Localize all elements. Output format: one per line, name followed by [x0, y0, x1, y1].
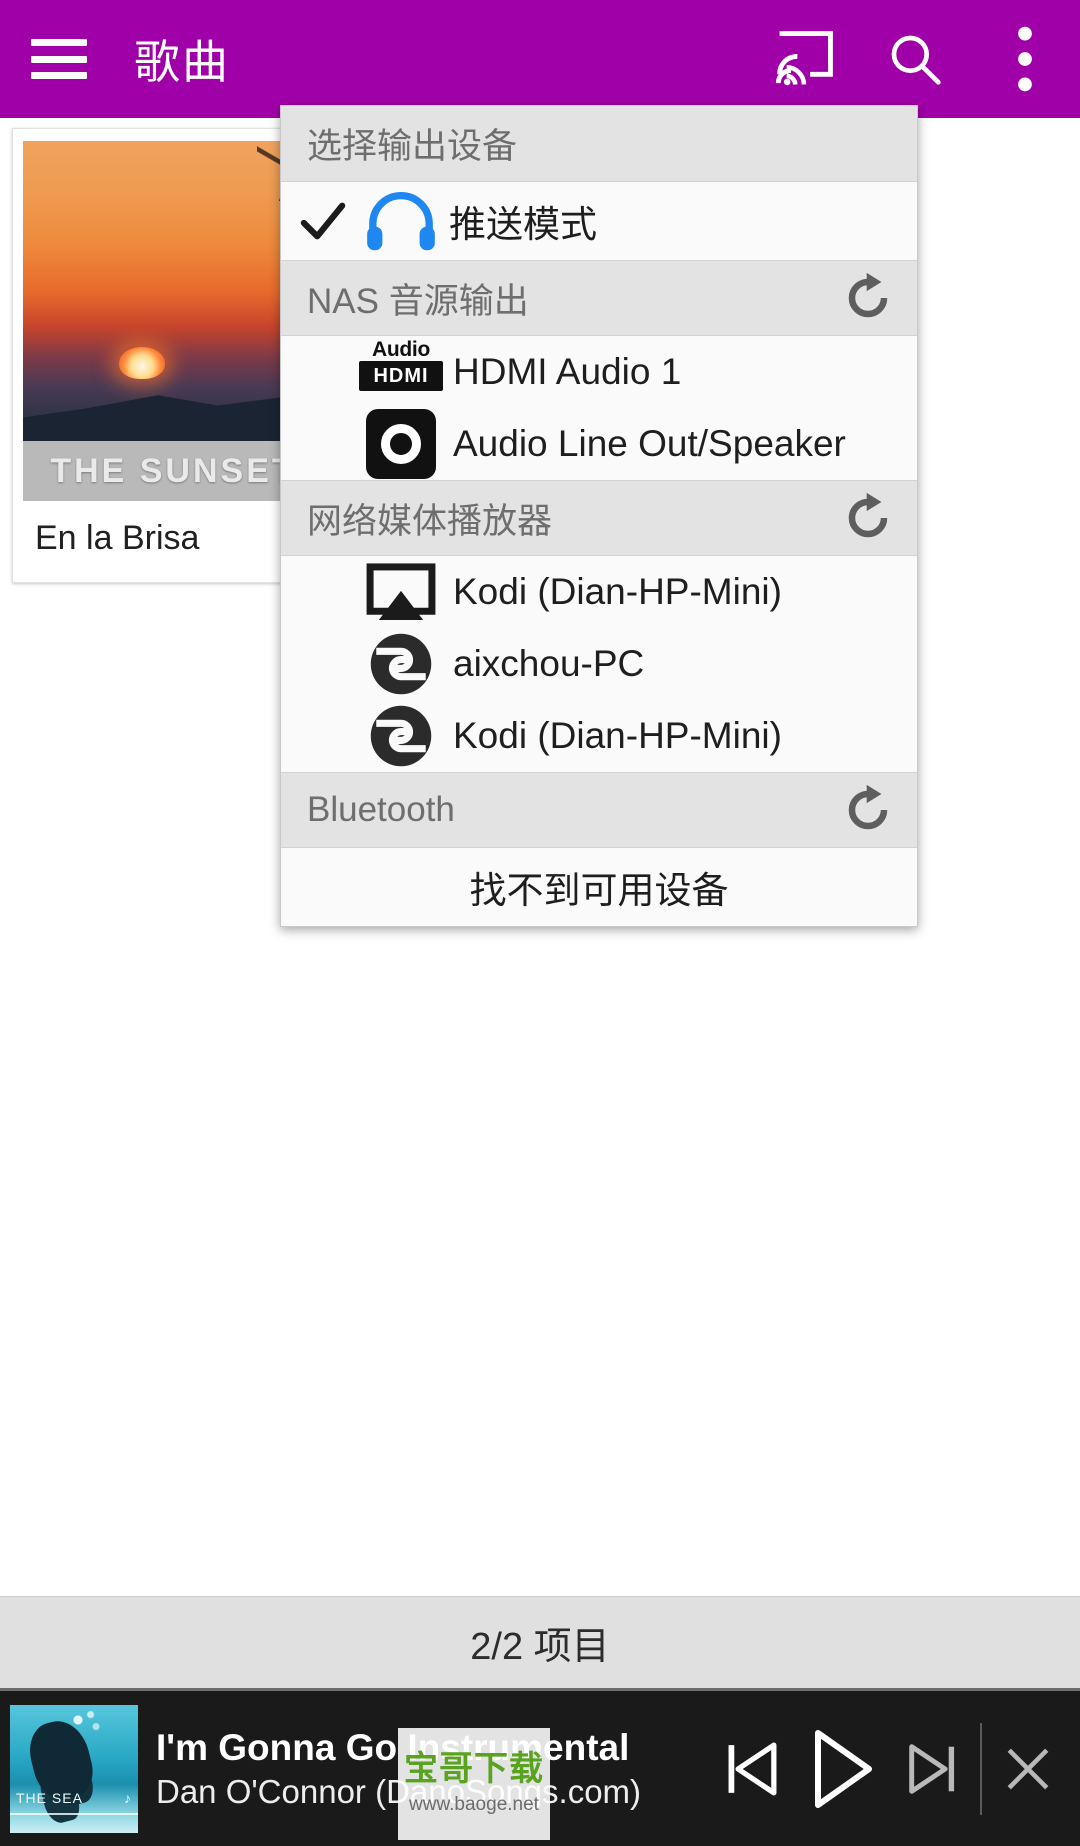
bluetooth-empty-text: 找不到可用设备: [469, 870, 729, 911]
bluetooth-empty-row: 找不到可用设备: [281, 848, 917, 926]
refresh-icon-nas[interactable]: [841, 271, 895, 325]
dlna-glyph: [370, 633, 432, 695]
close-icon: [1007, 1748, 1049, 1789]
device-label: Kodi (Dian-HP-Mini): [453, 571, 782, 612]
device-row-aixchou-pc[interactable]: aixchou-PC: [281, 628, 917, 700]
item-count-text: 2/2 项目: [470, 1626, 610, 1668]
device-label: Audio Line Out/Speaker: [453, 423, 846, 464]
song-card-title: En la Brisa: [35, 519, 200, 557]
headphones-glyph: [367, 192, 435, 251]
cast-screen-icon: [353, 562, 449, 622]
refresh-icon: [848, 272, 888, 318]
sun-graphic: [119, 347, 165, 379]
popup-title-row: 选择输出设备: [281, 106, 917, 182]
player-album-art[interactable]: THE SEA ♪: [10, 1704, 138, 1833]
hamburger-icon: [31, 39, 87, 79]
hill-graphic: [23, 389, 323, 441]
item-count-bar: 2/2 项目: [0, 1596, 1080, 1688]
album-art-caption-band: THE SUNSET: [23, 441, 323, 501]
cast-screen-glyph: [366, 563, 436, 620]
page-title: 歌曲: [134, 36, 230, 88]
watermark: 宝哥下载 www.baoge.net: [398, 1728, 550, 1840]
device-row-line-out[interactable]: Audio Line Out/Speaker: [281, 408, 917, 480]
device-label: Kodi (Dian-HP-Mini): [453, 715, 782, 756]
checkmark-icon: [281, 201, 353, 241]
previous-button[interactable]: [704, 1690, 796, 1846]
cast-icon: [775, 31, 833, 86]
dlna-glyph: [370, 705, 432, 767]
device-row-kodi-cast[interactable]: Kodi (Dian-HP-Mini): [281, 556, 917, 628]
skip-previous-icon: [728, 1742, 777, 1795]
skip-next-icon: [909, 1743, 955, 1794]
section-header-bluetooth: Bluetooth: [281, 772, 917, 848]
device-row-hdmi-audio[interactable]: Audio HDMI HDMI Audio 1: [281, 336, 917, 408]
player-album-caption-text: THE SEA: [16, 1789, 83, 1806]
section-title-bluetooth: Bluetooth: [307, 790, 455, 829]
refresh-icon-network[interactable]: [841, 491, 895, 545]
output-device-popup: 选择输出设备 推送模式 NAS 音源输出 Audio HDMI HDMI Aud…: [280, 105, 918, 927]
app-bar: 歌曲: [0, 0, 1080, 118]
refresh-icon: [848, 784, 888, 830]
device-row-push-mode[interactable]: 推送模式: [281, 182, 917, 260]
dlna-icon: [353, 703, 449, 769]
more-vertical-icon: [1018, 26, 1032, 92]
search-button[interactable]: [860, 0, 970, 118]
device-label: 推送模式: [449, 204, 597, 245]
section-header-nas: NAS 音源输出: [281, 260, 917, 336]
play-icon: [815, 1729, 872, 1808]
section-title-nas: NAS 音源输出: [307, 281, 529, 321]
headphones-icon: [353, 190, 449, 252]
watermark-sub: www.baoge.net: [409, 1793, 539, 1815]
hdmi-audio-label: Audio: [372, 338, 430, 361]
device-label: aixchou-PC: [453, 643, 645, 684]
check-icon: [300, 202, 346, 240]
refresh-icon: [848, 492, 888, 538]
play-button[interactable]: [796, 1690, 888, 1846]
album-art-caption: THE SUNSET: [50, 451, 296, 490]
navigation-drawer-button[interactable]: [0, 0, 118, 118]
art-divider: [10, 1812, 138, 1815]
player-controls: [704, 1690, 1080, 1846]
watermark-main: 宝哥下载: [404, 1750, 544, 1789]
hdmi-box-label: HDMI: [359, 361, 443, 391]
line-out-icon: [353, 409, 449, 479]
album-art: [23, 141, 323, 441]
bubbles-graphic: [72, 1710, 102, 1741]
line-out-glyph: [366, 409, 436, 479]
dlna-icon: [353, 631, 449, 697]
device-row-kodi-dlna[interactable]: Kodi (Dian-HP-Mini): [281, 700, 917, 772]
device-label: HDMI Audio 1: [453, 351, 682, 392]
cast-button[interactable]: [750, 0, 860, 118]
refresh-icon-bluetooth[interactable]: [841, 783, 895, 837]
music-note-icon: ♪: [124, 1789, 132, 1806]
section-title-network: 网络媒体播放器: [307, 501, 553, 541]
close-player-button[interactable]: [982, 1690, 1074, 1846]
hdmi-glyph: Audio HDMI: [359, 339, 443, 405]
overflow-menu-button[interactable]: [970, 0, 1080, 118]
player-album-caption: THE SEA ♪: [10, 1785, 138, 1811]
section-header-network: 网络媒体播放器: [281, 480, 917, 556]
search-icon: [891, 35, 941, 85]
hdmi-audio-icon: Audio HDMI: [353, 339, 449, 405]
popup-title: 选择输出设备: [307, 127, 518, 166]
next-button[interactable]: [888, 1690, 980, 1846]
app-root: 歌曲 THE SUNSET En la Brisa 2/2 项目 THE SEA…: [0, 0, 1080, 1846]
